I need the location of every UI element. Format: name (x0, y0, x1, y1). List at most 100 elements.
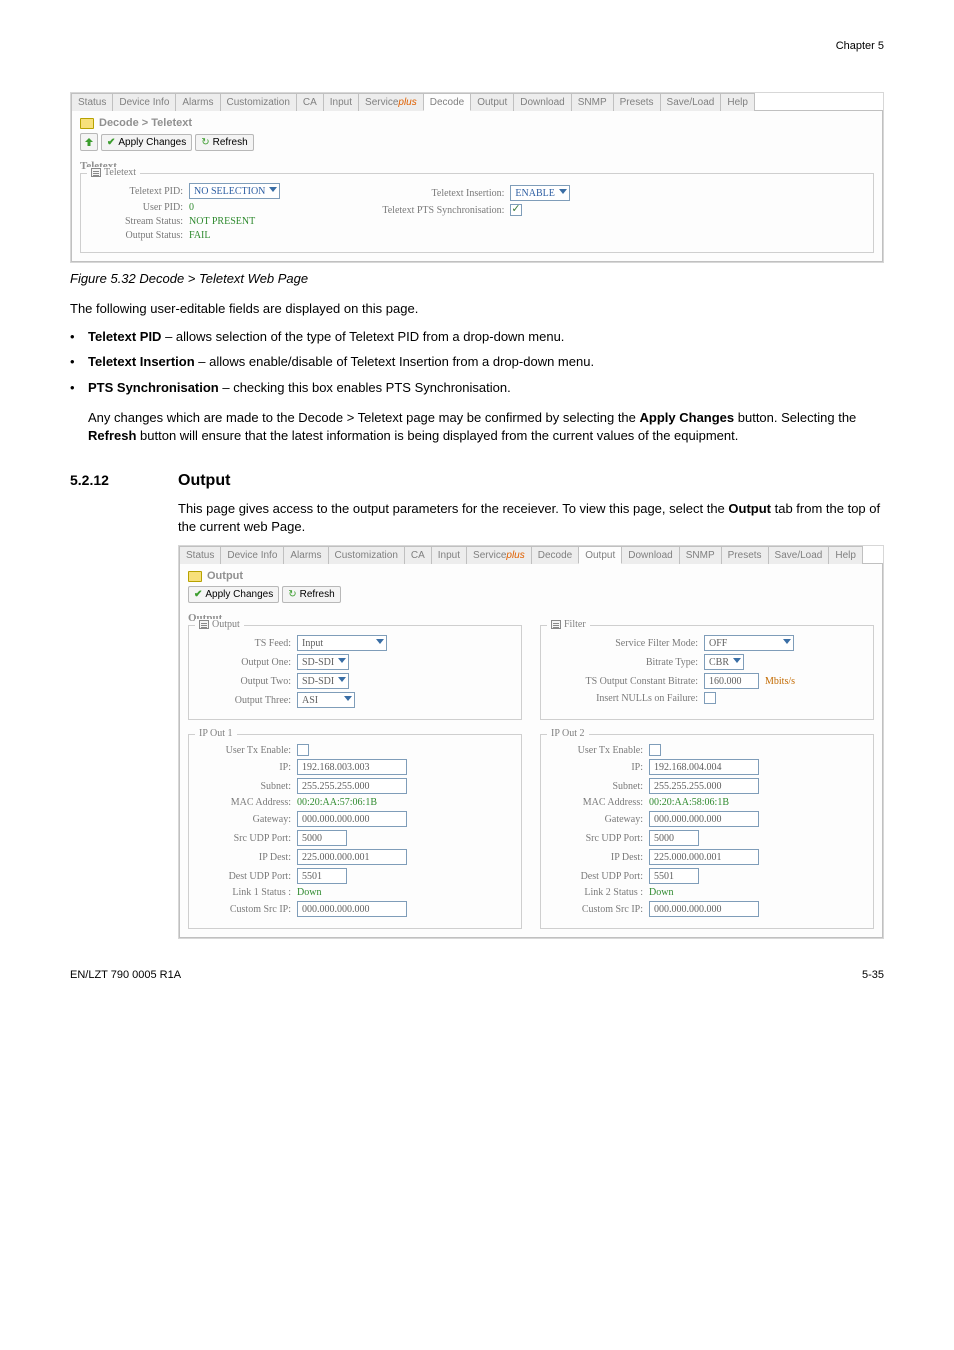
user-tx-enable-checkbox[interactable] (649, 744, 661, 756)
src-udp-port-label: Src UDP Port: (549, 833, 649, 844)
teletext-insertion-select[interactable]: ENABLE (510, 185, 569, 201)
link-status-value: Down (649, 887, 673, 898)
apply-changes-button[interactable]: ✔Apply Changes (188, 586, 279, 603)
tab-decode[interactable]: Decode (423, 93, 471, 111)
tab-save-load[interactable]: Save/Load (660, 93, 722, 111)
teletext-pid-select[interactable]: NO SELECTION (189, 183, 280, 199)
pts-sync-checkbox[interactable] (510, 204, 522, 216)
ip-input[interactable]: 192.168.003.003 (297, 759, 407, 775)
tab-input[interactable]: Input (323, 93, 359, 111)
user-tx-enable-checkbox[interactable] (297, 744, 309, 756)
bitrate-unit: Mbits/s (765, 676, 795, 687)
tab-presets[interactable]: Presets (721, 546, 769, 564)
folder-icon (80, 118, 94, 129)
tab-ca[interactable]: CA (404, 546, 432, 564)
checkmark-icon: ✔ (107, 137, 115, 148)
bullet-3-rest: – checking this box enables PTS Synchron… (219, 380, 511, 395)
apply-changes-button[interactable]: ✔Apply Changes (101, 134, 192, 151)
tab-alarms[interactable]: Alarms (283, 546, 328, 564)
up-level-button[interactable] (80, 133, 98, 151)
note-strong-2: Refresh (88, 428, 136, 443)
ts-feed-select[interactable]: Input (297, 635, 387, 651)
plus-suffix: plus (506, 550, 524, 561)
mac-address-value: 00:20:AA:58:06:1B (649, 797, 729, 808)
note-seg-3: button will ensure that the latest infor… (136, 428, 738, 443)
gateway-label: Gateway: (197, 814, 297, 825)
tab-decode[interactable]: Decode (531, 546, 579, 564)
screenshot-decode-teletext: Status Device Info Alarms Customization … (70, 92, 884, 263)
tab-input[interactable]: Input (431, 546, 467, 564)
tab-output[interactable]: Output (578, 546, 622, 564)
note-seg-2: button. Selecting the (734, 410, 856, 425)
user-tx-enable-label: User Tx Enable: (197, 745, 297, 756)
tab-help[interactable]: Help (828, 546, 863, 564)
list-item: Teletext Insertion – allows enable/disab… (70, 353, 884, 371)
breadcrumb-text: Output (207, 570, 243, 582)
checkmark-icon: ✔ (194, 589, 202, 600)
tab-service-label: Service (473, 550, 506, 561)
refresh-button[interactable]: ↻Refresh (195, 134, 253, 151)
output-intro: This page gives access to the output par… (178, 500, 884, 535)
tab-help[interactable]: Help (720, 93, 755, 111)
output-three-select[interactable]: ASI (297, 692, 355, 708)
service-filter-mode-select[interactable]: OFF (704, 635, 794, 651)
dest-udp-port-input[interactable]: 5501 (649, 868, 699, 884)
tab-service-plus[interactable]: Serviceplus (358, 93, 424, 111)
tab-service-plus[interactable]: Serviceplus (466, 546, 532, 564)
tab-snmp[interactable]: SNMP (571, 93, 614, 111)
gateway-input[interactable]: 000.000.000.000 (297, 811, 407, 827)
tab-device-info[interactable]: Device Info (112, 93, 176, 111)
refresh-button[interactable]: ↻Refresh (282, 586, 340, 603)
tab-customization[interactable]: Customization (328, 546, 405, 564)
list-icon (91, 168, 101, 177)
insert-nulls-checkbox[interactable] (704, 692, 716, 704)
custom-src-ip-input[interactable]: 000.000.000.000 (649, 901, 759, 917)
custom-src-ip-input[interactable]: 000.000.000.000 (297, 901, 407, 917)
output-one-select[interactable]: SD-SDI (297, 654, 349, 670)
fieldset-legend: Filter (547, 619, 590, 630)
tab-status[interactable]: Status (71, 93, 113, 111)
breadcrumb-text: Decode > Teletext (99, 117, 192, 129)
filter-fieldset: Filter Service Filter Mode:OFF Bitrate T… (540, 625, 874, 720)
tab-presets[interactable]: Presets (613, 93, 661, 111)
tab-device-info[interactable]: Device Info (220, 546, 284, 564)
user-pid-value: 0 (189, 202, 194, 213)
tab-output[interactable]: Output (470, 93, 514, 111)
tab-download[interactable]: Download (621, 546, 679, 564)
gateway-input[interactable]: 000.000.000.000 (649, 811, 759, 827)
tab-customization[interactable]: Customization (220, 93, 297, 111)
constant-bitrate-input[interactable]: 160.000 (704, 673, 759, 689)
ts-feed-label: TS Feed: (197, 638, 297, 649)
bitrate-type-select[interactable]: CBR (704, 654, 744, 670)
output-one-label: Output One: (197, 657, 297, 668)
ip-dest-label: IP Dest: (197, 852, 297, 863)
ip-dest-input[interactable]: 225.000.000.001 (649, 849, 759, 865)
src-udp-port-input[interactable]: 5000 (649, 830, 699, 846)
apply-label: Apply Changes (118, 137, 186, 148)
gateway-label: Gateway: (549, 814, 649, 825)
subnet-input[interactable]: 255.255.255.000 (297, 778, 407, 794)
tab-alarms[interactable]: Alarms (175, 93, 220, 111)
footer-left: EN/LZT 790 0005 R1A (70, 969, 181, 981)
src-udp-port-input[interactable]: 5000 (297, 830, 347, 846)
tab-panel: Decode > Teletext ✔Apply Changes ↻Refres… (71, 110, 883, 262)
breadcrumb: Output (188, 570, 874, 582)
tab-status[interactable]: Status (179, 546, 221, 564)
dest-udp-port-input[interactable]: 5501 (297, 868, 347, 884)
service-filter-mode-label: Service Filter Mode: (549, 638, 704, 649)
section-title: Output (178, 472, 230, 490)
tab-save-load[interactable]: Save/Load (768, 546, 830, 564)
bullet-1-rest: – allows selection of the type of Telete… (161, 329, 564, 344)
tab-snmp[interactable]: SNMP (679, 546, 722, 564)
ip-input[interactable]: 192.168.004.004 (649, 759, 759, 775)
output-two-select[interactable]: SD-SDI (297, 673, 349, 689)
ip-dest-input[interactable]: 225.000.000.001 (297, 849, 407, 865)
tab-ca[interactable]: CA (296, 93, 324, 111)
subnet-input[interactable]: 255.255.255.000 (649, 778, 759, 794)
output-status-label: Output Status: (89, 230, 189, 241)
bullet-icon (70, 328, 88, 346)
refresh-icon: ↻ (288, 589, 296, 600)
tab-download[interactable]: Download (513, 93, 571, 111)
dest-udp-port-label: Dest UDP Port: (197, 871, 297, 882)
stream-status-value: NOT PRESENT (189, 216, 255, 227)
